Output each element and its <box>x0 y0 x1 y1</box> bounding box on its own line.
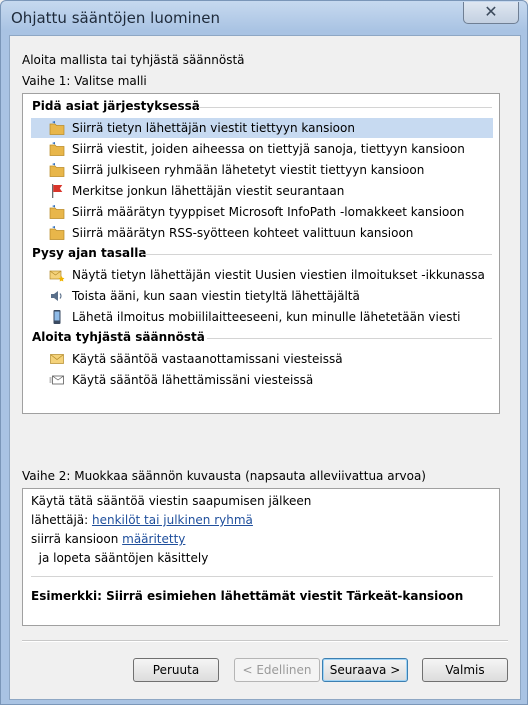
folder-move-icon <box>49 121 65 135</box>
template-item-move-public-group[interactable]: Siirrä julkiseen ryhmään lähetetyt viest… <box>31 160 493 180</box>
description-line: ja lopeta sääntöjen käsittely <box>31 551 209 565</box>
template-item-move-sender[interactable]: Siirrä tietyn lähettäjän viestit tiettyy… <box>31 118 493 138</box>
folder-move-icon <box>49 142 65 156</box>
template-item-label: Käytä sääntöä vastaanottamissani viestei… <box>72 352 343 366</box>
example-text: Esimerkki: Siirrä esimiehen lähettämät v… <box>31 589 464 603</box>
people-or-public-group-link[interactable]: henkilöt tai julkinen ryhmä <box>92 513 253 527</box>
template-item-move-infopath[interactable]: Siirrä määrätyn tyyppiset Microsoft Info… <box>31 202 493 222</box>
template-item-label: Näytä tietyn lähettäjän viestit Uusien v… <box>72 268 485 282</box>
intro-heading: Aloita mallista tai tyhjästä säännöstä <box>22 53 245 67</box>
step1-label: Vaihe 1: Valitse malli <box>22 74 147 88</box>
send-envelope-icon <box>49 375 64 385</box>
step2-label: Vaihe 2: Muokkaa säännön kuvausta (napsa… <box>22 469 426 483</box>
group-heading-organized: Pidä asiat järjestyksessä <box>32 99 200 113</box>
description-divider <box>31 576 493 577</box>
finish-button[interactable]: Valmis <box>422 658 508 682</box>
group-divider <box>207 338 492 339</box>
template-item-blank-received[interactable]: Käytä sääntöä vastaanottamissani viestei… <box>31 349 493 369</box>
description-text: lähettäjä: <box>31 513 92 527</box>
red-flag-icon <box>52 184 63 198</box>
window-title: Ohjattu sääntöjen luominen <box>11 9 221 27</box>
group-heading-up-to-date: Pysy ajan tasalla <box>32 246 147 260</box>
description-text: siirrä kansioon <box>31 532 123 546</box>
button-separator <box>22 640 508 642</box>
description-line: Käytä tätä sääntöä viestin saapumisen jä… <box>31 494 312 508</box>
template-item-play-sound[interactable]: Toista ääni, kun saan viestin tietyltä l… <box>31 286 493 306</box>
template-item-flag-sender[interactable]: Merkitse jonkun lähettäjän viestit seura… <box>31 181 493 201</box>
next-button[interactable]: Seuraava > <box>322 658 408 682</box>
description-line: siirrä kansioon määritetty <box>31 532 185 546</box>
group-heading-blank-rule: Aloita tyhjästä säännöstä <box>32 330 205 344</box>
dialog-client-area: Aloita mallista tai tyhjästä säännöstä V… <box>9 35 521 700</box>
template-item-label: Käytä sääntöä lähettämissäni viesteissä <box>72 373 314 387</box>
folder-move-icon <box>49 226 65 240</box>
close-button[interactable]: ✕ <box>463 2 519 24</box>
rules-wizard-window: Ohjattu sääntöjen luominen ✕ Aloita mall… <box>0 0 528 705</box>
template-item-label: Merkitse jonkun lähettäjän viestit seura… <box>72 184 345 198</box>
mobile-phone-icon <box>53 310 61 324</box>
template-item-label: Toista ääni, kun saan viestin tietyltä l… <box>72 289 360 303</box>
description-line: lähettäjä: henkilöt tai julkinen ryhmä <box>31 513 253 527</box>
template-item-blank-sent[interactable]: Käytä sääntöä lähettämissäni viesteissä <box>31 370 493 390</box>
specified-folder-link[interactable]: määritetty <box>122 532 185 546</box>
folder-move-icon <box>49 205 65 219</box>
title-bar[interactable]: Ohjattu sääntöjen luominen ✕ <box>1 1 527 35</box>
template-item-label: Siirrä määrätyn RSS-syötteen kohteet val… <box>72 226 414 240</box>
mail-star-icon <box>49 270 65 282</box>
template-item-label: Siirrä viestit, joiden aiheessa on tiett… <box>72 142 465 156</box>
close-icon: ✕ <box>484 2 498 21</box>
folder-move-icon <box>49 163 65 177</box>
cancel-button[interactable]: Peruuta <box>133 658 219 682</box>
back-button[interactable]: < Edellinen <box>234 658 320 682</box>
group-divider <box>198 107 492 108</box>
template-item-label: Siirrä määrätyn tyyppiset Microsoft Info… <box>72 205 465 219</box>
template-item-move-subject[interactable]: Siirrä viestit, joiden aiheessa on tiett… <box>31 139 493 159</box>
speaker-icon <box>51 291 62 301</box>
template-item-mobile-alert[interactable]: Lähetä ilmoitus mobiililaitteeseeni, kun… <box>31 307 493 327</box>
template-item-label: Siirrä tietyn lähettäjän viestit tiettyy… <box>72 121 355 135</box>
group-divider <box>143 254 492 255</box>
template-item-move-rss[interactable]: Siirrä määrätyn RSS-syötteen kohteet val… <box>31 223 493 243</box>
envelope-icon <box>50 354 64 364</box>
rule-description-box: Käytä tätä sääntöä viestin saapumisen jä… <box>22 488 500 626</box>
template-item-new-item-alert[interactable]: Näytä tietyn lähettäjän viestit Uusien v… <box>31 265 493 285</box>
template-item-label: Lähetä ilmoitus mobiililaitteeseeni, kun… <box>72 310 461 324</box>
template-item-label: Siirrä julkiseen ryhmään lähetetyt viest… <box>72 163 425 177</box>
template-list[interactable]: Pidä asiat järjestyksessä Siirrä tietyn … <box>22 93 500 414</box>
